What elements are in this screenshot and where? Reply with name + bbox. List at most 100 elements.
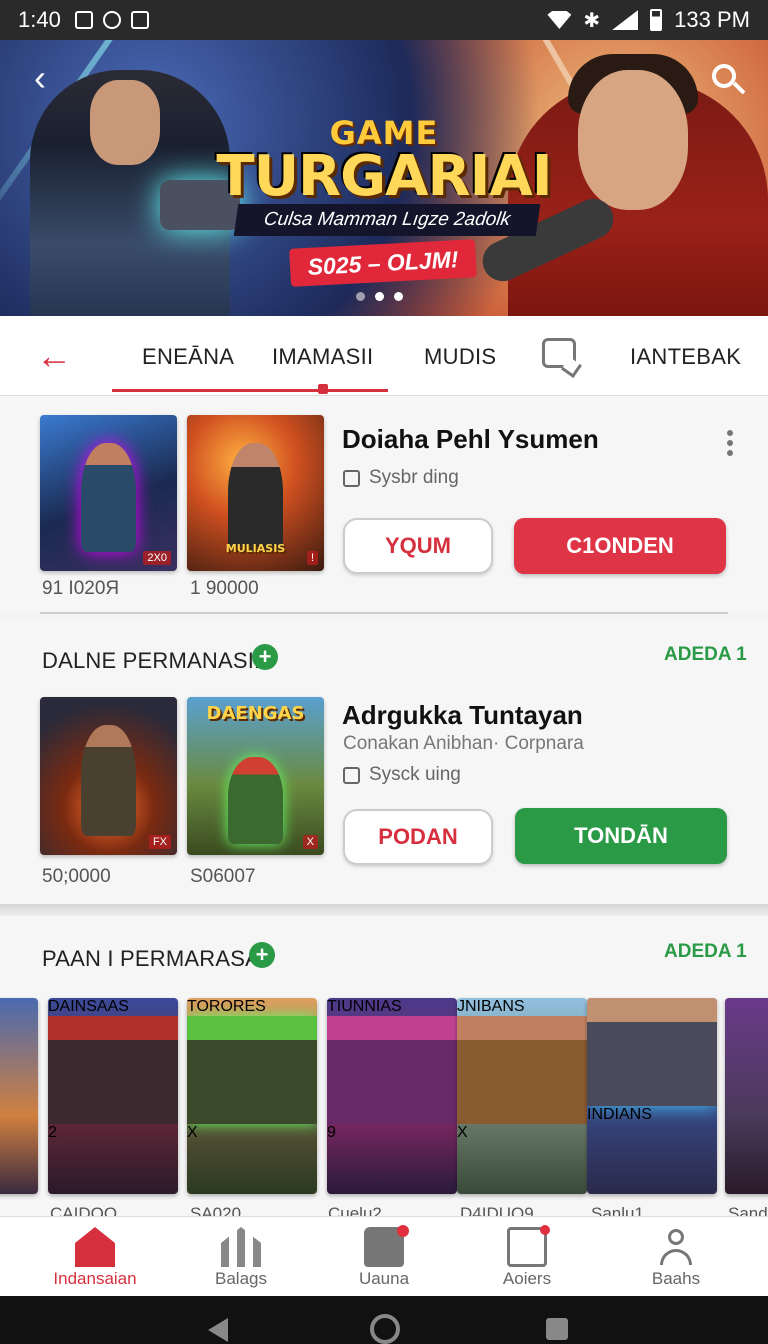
search-handle [732, 81, 746, 95]
game-character [48, 1016, 178, 1124]
carousel-item[interactable]: JNIBANS X [457, 998, 587, 1194]
secondary-button[interactable]: YQUM [343, 518, 493, 574]
game-character [457, 1016, 587, 1124]
game-character [187, 1016, 317, 1124]
thumbnail-tag: 9 [327, 1123, 336, 1141]
carousel-item[interactable]: DS [0, 998, 38, 1194]
stats-icon [221, 1227, 261, 1267]
nav-label: Indansaian [53, 1269, 137, 1288]
checkbox[interactable] [343, 767, 360, 784]
carousel-item[interactable] [725, 998, 768, 1194]
carousel-item[interactable]: INDIANS [587, 998, 717, 1194]
plus-icon[interactable]: + [252, 644, 278, 670]
pagination-dot-active[interactable] [375, 292, 384, 301]
back-arrow-icon[interactable]: ← [36, 338, 72, 374]
system-back-icon[interactable] [208, 1318, 228, 1342]
nav-label: Uauna [358, 1269, 410, 1288]
nav-item-home[interactable]: Indansaian [30, 1217, 160, 1297]
divider [40, 612, 728, 614]
hero-subtitle: Culsa Mamman Lıgze 2adolk [233, 204, 541, 236]
game-thumbnail[interactable]: DAENGAS X [187, 697, 324, 855]
game-character [587, 998, 717, 1106]
primary-button[interactable]: TONDĀN [515, 808, 727, 864]
thumbnail-title: TORORES [187, 998, 266, 1015]
thumbnail-tag: X [187, 1123, 198, 1141]
thumbnail-tag: 2X0 [143, 551, 171, 565]
hero-badge: S025 – OLJM! [289, 239, 477, 287]
back-arrow-icon[interactable]: ‹ [34, 60, 70, 96]
pagination-dot[interactable] [356, 292, 365, 301]
carousel-item[interactable]: TORORES X [187, 998, 317, 1194]
home-icon [75, 1227, 115, 1267]
thumbnail-caption: S06007 [190, 866, 256, 887]
profile-icon [656, 1227, 696, 1267]
nav-item-store[interactable]: Uauna [319, 1217, 449, 1297]
thumbnail-title: INDIANS [587, 1105, 652, 1123]
system-home-icon[interactable] [370, 1314, 400, 1344]
section-separator [0, 904, 768, 916]
hero-title: TURGARIAI [216, 144, 552, 209]
item-title[interactable]: Adrgukka Tuntayan [342, 700, 583, 731]
thumbnail-title: JNIBANS [457, 998, 525, 1015]
carousel-pagination [356, 292, 403, 301]
status-battery-text: 133 PM [674, 7, 750, 32]
status-bar: 1:40 ✱ 133 PM [0, 0, 768, 40]
tab-1[interactable]: IMAMASII [272, 344, 373, 370]
hero-banner[interactable]: GAME TURGARIAI Culsa Mamman Lıgze 2adolk… [0, 40, 768, 316]
section-link[interactable]: ADEDA 1 [664, 941, 747, 963]
tab-indicator [112, 389, 388, 392]
checkbox[interactable] [343, 470, 360, 487]
notification-icon [74, 11, 93, 29]
sync-icon [102, 11, 121, 29]
game-thumbnail[interactable]: ! MULIASIS [187, 415, 324, 571]
tab-3[interactable]: IANTEBAK [630, 344, 741, 370]
nav-item-stats[interactable]: Balags [176, 1217, 306, 1297]
app-icon [130, 11, 149, 29]
game-character [81, 725, 136, 837]
carousel-item[interactable]: DAINSAAS 2 [48, 998, 178, 1194]
search-icon[interactable] [712, 64, 746, 98]
game-character [327, 1016, 457, 1124]
pagination-dot[interactable] [394, 292, 403, 301]
bottom-navigation: Indansaian Balags Uauna Aoiers Baahs [0, 1216, 768, 1296]
chat-icon[interactable] [542, 338, 576, 368]
plus-icon[interactable]: + [249, 942, 275, 968]
item-title[interactable]: Doiaha Pehl Ysumen [342, 424, 599, 455]
nav-item-device[interactable]: Aoiers [462, 1217, 592, 1297]
tab-2[interactable]: MUDIS [424, 344, 496, 370]
thumbnail-tag: 2 [48, 1123, 57, 1141]
tab-indicator-pip [318, 384, 328, 394]
status-right: ✱ 133 PM [547, 7, 750, 33]
section-link[interactable]: ADEDA 1 [664, 644, 747, 666]
signal-icon [612, 10, 639, 30]
item-subtitle: Conakan Anibhan· Corpnara [343, 733, 584, 754]
kebab-menu-icon[interactable] [727, 430, 735, 460]
bluetooth-icon: ✱ [583, 9, 601, 32]
notification-dot [540, 1225, 550, 1235]
nav-label: Aoiers [502, 1269, 552, 1288]
tab-0[interactable]: ENEĀNA [142, 344, 234, 370]
secondary-button[interactable]: PODAN [343, 809, 493, 865]
thumbnail-tag: X [302, 835, 318, 849]
section-title: PAAN I PERMARASAI [42, 946, 267, 971]
nav-label: Baahs [651, 1269, 701, 1288]
thumbnail-caption: 50;0000 [42, 866, 111, 887]
nav-item-profile[interactable]: Baahs [611, 1217, 741, 1297]
thumbnail-title: DAINSAAS [48, 998, 129, 1015]
game-thumbnail[interactable]: 2X0 [40, 415, 177, 571]
thumbnail-title: TIUNNIAS [327, 998, 402, 1015]
game-character [228, 757, 283, 844]
system-recents-icon[interactable] [546, 1318, 568, 1340]
carousel-item[interactable]: TIUNNIAS 9 [327, 998, 457, 1194]
checkbox-label: Sysck uing [369, 764, 461, 785]
game-character [228, 443, 283, 553]
game-thumbnail[interactable]: FX [40, 697, 177, 855]
primary-button[interactable]: C1ONDEN [514, 518, 726, 574]
status-time: 1:40 [18, 7, 61, 32]
app-screen: 1:40 ✱ 133 PM GAME TURGARIAI Culsa Mamma… [0, 0, 768, 1344]
system-navigation [0, 1296, 768, 1344]
wifi-icon [547, 11, 572, 29]
thumbnail-caption: 91 I020Я [42, 578, 120, 599]
battery-icon [650, 9, 663, 31]
thumbnail-title: MULIASIS [225, 542, 286, 555]
